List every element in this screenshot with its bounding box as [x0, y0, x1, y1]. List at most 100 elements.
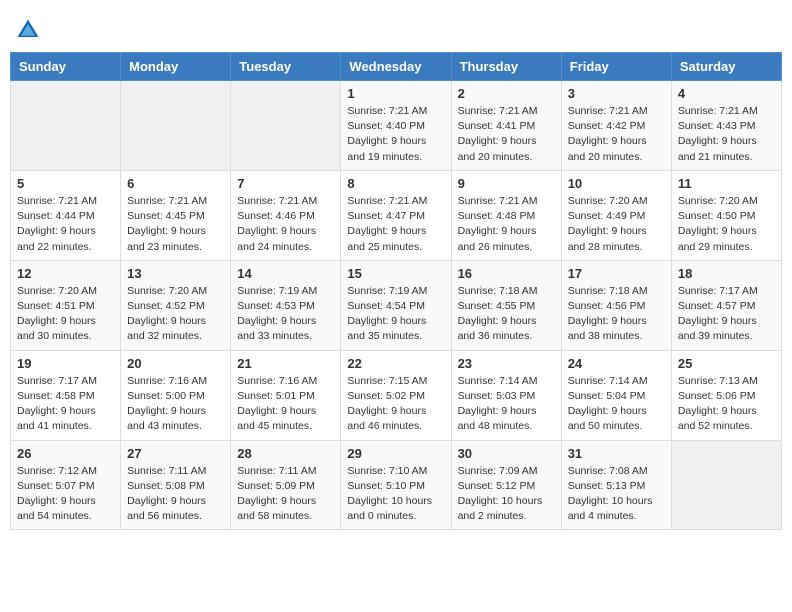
day-info: Sunrise: 7:11 AMSunset: 5:08 PMDaylight:…	[127, 464, 224, 525]
day-number: 22	[347, 356, 444, 371]
calendar-cell: 7 Sunrise: 7:21 AMSunset: 4:46 PMDaylight…	[231, 170, 341, 260]
day-info: Sunrise: 7:20 AMSunset: 4:51 PMDaylight:…	[17, 284, 114, 345]
day-number: 9	[458, 176, 555, 191]
week-row-1: 1 Sunrise: 7:21 AMSunset: 4:40 PMDaylight…	[11, 81, 782, 171]
calendar-table: SundayMondayTuesdayWednesdayThursdayFrid…	[10, 52, 782, 530]
day-info: Sunrise: 7:21 AMSunset: 4:43 PMDaylight:…	[678, 104, 775, 165]
day-number: 23	[458, 356, 555, 371]
week-row-3: 12 Sunrise: 7:20 AMSunset: 4:51 PMDayligh…	[11, 260, 782, 350]
day-info: Sunrise: 7:16 AMSunset: 5:01 PMDaylight:…	[237, 374, 334, 435]
weekday-header-sunday: Sunday	[11, 53, 121, 81]
day-info: Sunrise: 7:21 AMSunset: 4:44 PMDaylight:…	[17, 194, 114, 255]
calendar-cell	[231, 81, 341, 171]
day-info: Sunrise: 7:20 AMSunset: 4:52 PMDaylight:…	[127, 284, 224, 345]
day-info: Sunrise: 7:21 AMSunset: 4:40 PMDaylight:…	[347, 104, 444, 165]
logo	[14, 16, 46, 44]
calendar-cell: 3Sunrise: 7:21 AMSunset: 4:42 PMDaylight…	[561, 81, 671, 171]
day-number: 5	[17, 176, 114, 191]
calendar-cell: 4 Sunrise: 7:21 AMSunset: 4:43 PMDaylight…	[671, 81, 781, 171]
day-info: Sunrise: 7:21 AMSunset: 4:48 PMDaylight:…	[458, 194, 555, 255]
day-info: Sunrise: 7:21 AMSunset: 4:46 PMDaylight:…	[237, 194, 334, 255]
day-number: 1	[347, 86, 444, 101]
day-number: 12	[17, 266, 114, 281]
day-info: Sunrise: 7:11 AMSunset: 5:09 PMDaylight:…	[237, 464, 334, 525]
day-info: Sunrise: 7:19 AMSunset: 4:53 PMDaylight:…	[237, 284, 334, 345]
week-row-2: 5 Sunrise: 7:21 AMSunset: 4:44 PMDaylight…	[11, 170, 782, 260]
day-number: 11	[678, 176, 775, 191]
weekday-header-wednesday: Wednesday	[341, 53, 451, 81]
day-number: 21	[237, 356, 334, 371]
day-number: 18	[678, 266, 775, 281]
day-info: Sunrise: 7:19 AMSunset: 4:54 PMDaylight:…	[347, 284, 444, 345]
calendar-cell: 20 Sunrise: 7:16 AMSunset: 5:00 PMDayligh…	[121, 350, 231, 440]
day-info: Sunrise: 7:21 AMSunset: 4:41 PMDaylight:…	[458, 104, 555, 165]
day-number: 16	[458, 266, 555, 281]
weekday-header-friday: Friday	[561, 53, 671, 81]
week-row-5: 26 Sunrise: 7:12 AMSunset: 5:07 PMDayligh…	[11, 440, 782, 530]
day-number: 30	[458, 446, 555, 461]
day-number: 26	[17, 446, 114, 461]
calendar-cell: 21 Sunrise: 7:16 AMSunset: 5:01 PMDayligh…	[231, 350, 341, 440]
day-info: Sunrise: 7:08 AMSunset: 5:13 PMDaylight:…	[568, 464, 665, 525]
day-info: Sunrise: 7:13 AMSunset: 5:06 PMDaylight:…	[678, 374, 775, 435]
calendar-cell: 11 Sunrise: 7:20 AMSunset: 4:50 PMDayligh…	[671, 170, 781, 260]
day-info: Sunrise: 7:14 AMSunset: 5:04 PMDaylight:…	[568, 374, 665, 435]
calendar-cell	[671, 440, 781, 530]
day-number: 10	[568, 176, 665, 191]
day-number: 2	[458, 86, 555, 101]
day-number: 27	[127, 446, 224, 461]
calendar-cell: 30 Sunrise: 7:09 AMSunset: 5:12 PMDayligh…	[451, 440, 561, 530]
calendar-cell: 28 Sunrise: 7:11 AMSunset: 5:09 PMDayligh…	[231, 440, 341, 530]
day-info: Sunrise: 7:12 AMSunset: 5:07 PMDaylight:…	[17, 464, 114, 525]
calendar-cell: 25 Sunrise: 7:13 AMSunset: 5:06 PMDayligh…	[671, 350, 781, 440]
calendar-cell: 31Sunrise: 7:08 AMSunset: 5:13 PMDayligh…	[561, 440, 671, 530]
day-number: 17	[568, 266, 665, 281]
day-info: Sunrise: 7:18 AMSunset: 4:56 PMDaylight:…	[568, 284, 665, 345]
calendar-cell: 18 Sunrise: 7:17 AMSunset: 4:57 PMDayligh…	[671, 260, 781, 350]
week-row-4: 19Sunrise: 7:17 AMSunset: 4:58 PMDayligh…	[11, 350, 782, 440]
day-info: Sunrise: 7:20 AMSunset: 4:49 PMDaylight:…	[568, 194, 665, 255]
calendar-cell: 9 Sunrise: 7:21 AMSunset: 4:48 PMDaylight…	[451, 170, 561, 260]
calendar-cell: 15 Sunrise: 7:19 AMSunset: 4:54 PMDayligh…	[341, 260, 451, 350]
day-number: 3	[568, 86, 665, 101]
day-number: 8	[347, 176, 444, 191]
day-number: 15	[347, 266, 444, 281]
calendar-cell	[121, 81, 231, 171]
day-info: Sunrise: 7:20 AMSunset: 4:50 PMDaylight:…	[678, 194, 775, 255]
day-info: Sunrise: 7:09 AMSunset: 5:12 PMDaylight:…	[458, 464, 555, 525]
calendar-cell: 14Sunrise: 7:19 AMSunset: 4:53 PMDayligh…	[231, 260, 341, 350]
calendar-cell: 5 Sunrise: 7:21 AMSunset: 4:44 PMDaylight…	[11, 170, 121, 260]
day-info: Sunrise: 7:17 AMSunset: 4:57 PMDaylight:…	[678, 284, 775, 345]
day-number: 7	[237, 176, 334, 191]
calendar-cell: 26 Sunrise: 7:12 AMSunset: 5:07 PMDayligh…	[11, 440, 121, 530]
logo-icon	[14, 16, 42, 44]
page-header	[10, 10, 782, 44]
calendar-cell: 6Sunrise: 7:21 AMSunset: 4:45 PMDaylight…	[121, 170, 231, 260]
day-number: 28	[237, 446, 334, 461]
weekday-header-saturday: Saturday	[671, 53, 781, 81]
day-info: Sunrise: 7:15 AMSunset: 5:02 PMDaylight:…	[347, 374, 444, 435]
calendar-cell: 17 Sunrise: 7:18 AMSunset: 4:56 PMDayligh…	[561, 260, 671, 350]
calendar-cell: 23Sunrise: 7:14 AMSunset: 5:03 PMDayligh…	[451, 350, 561, 440]
day-info: Sunrise: 7:21 AMSunset: 4:47 PMDaylight:…	[347, 194, 444, 255]
calendar-cell: 12 Sunrise: 7:20 AMSunset: 4:51 PMDayligh…	[11, 260, 121, 350]
weekday-header-thursday: Thursday	[451, 53, 561, 81]
calendar-cell: 8 Sunrise: 7:21 AMSunset: 4:47 PMDaylight…	[341, 170, 451, 260]
weekday-header-monday: Monday	[121, 53, 231, 81]
calendar-cell: 22 Sunrise: 7:15 AMSunset: 5:02 PMDayligh…	[341, 350, 451, 440]
day-info: Sunrise: 7:17 AMSunset: 4:58 PMDaylight:…	[17, 374, 114, 435]
calendar-cell: 29Sunrise: 7:10 AMSunset: 5:10 PMDayligh…	[341, 440, 451, 530]
weekday-header-row: SundayMondayTuesdayWednesdayThursdayFrid…	[11, 53, 782, 81]
day-number: 4	[678, 86, 775, 101]
weekday-header-tuesday: Tuesday	[231, 53, 341, 81]
day-number: 13	[127, 266, 224, 281]
calendar-cell: 19Sunrise: 7:17 AMSunset: 4:58 PMDayligh…	[11, 350, 121, 440]
calendar-cell: 27 Sunrise: 7:11 AMSunset: 5:08 PMDayligh…	[121, 440, 231, 530]
day-number: 20	[127, 356, 224, 371]
calendar-cell: 24Sunrise: 7:14 AMSunset: 5:04 PMDayligh…	[561, 350, 671, 440]
calendar-cell: 13 Sunrise: 7:20 AMSunset: 4:52 PMDayligh…	[121, 260, 231, 350]
day-info: Sunrise: 7:16 AMSunset: 5:00 PMDaylight:…	[127, 374, 224, 435]
day-number: 25	[678, 356, 775, 371]
calendar-cell: 2 Sunrise: 7:21 AMSunset: 4:41 PMDaylight…	[451, 81, 561, 171]
day-info: Sunrise: 7:18 AMSunset: 4:55 PMDaylight:…	[458, 284, 555, 345]
